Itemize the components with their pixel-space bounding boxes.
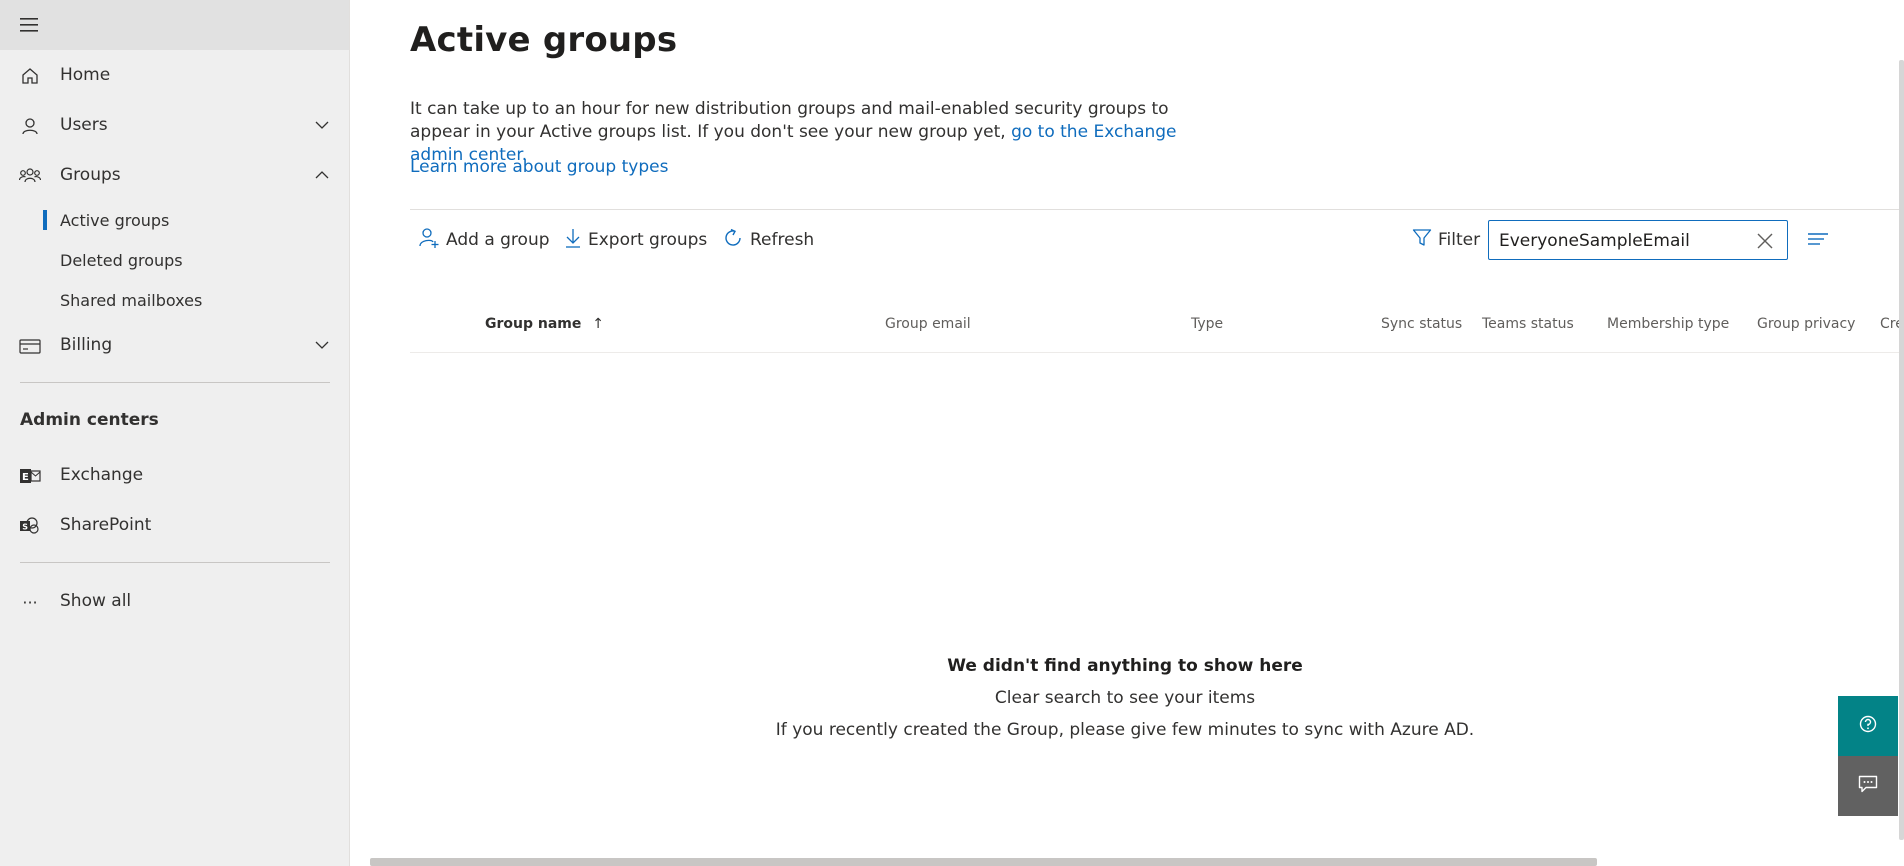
nav-item-exchange[interactable]: E Exchange	[0, 455, 350, 495]
search-box[interactable]	[1488, 220, 1788, 260]
filter-button[interactable]: Filter	[1412, 226, 1480, 254]
add-group-label: Add a group	[446, 230, 550, 250]
column-header-group-name[interactable]: Group name ↑	[485, 316, 604, 332]
toolbar-divider	[410, 209, 1900, 210]
nav-item-show-all[interactable]: ··· Show all	[0, 581, 350, 621]
svg-text:S: S	[22, 523, 28, 532]
nav-item-deleted-groups[interactable]: Deleted groups	[0, 242, 350, 278]
main-content: Active groups It can take up to an hour …	[350, 0, 1904, 866]
nav-label-deleted-groups: Deleted groups	[60, 250, 183, 270]
help-button[interactable]	[1838, 696, 1898, 756]
add-group-button[interactable]: Add a group	[418, 226, 550, 254]
chevron-down-icon[interactable]	[314, 337, 330, 357]
nav-label-billing: Billing	[60, 335, 113, 355]
empty-state-sync-note: If you recently created the Group, pleas…	[775, 720, 1475, 740]
download-icon	[564, 227, 588, 254]
list-view-icon[interactable]	[1806, 228, 1830, 252]
horizontal-scrollbar[interactable]	[370, 858, 1597, 866]
nav-item-billing[interactable]: Billing	[0, 325, 350, 365]
column-header-membership-type[interactable]: Membership type	[1607, 316, 1729, 332]
column-header-type[interactable]: Type	[1191, 316, 1223, 332]
empty-state: We didn't find anything to show here Cle…	[560, 652, 1690, 748]
refresh-label: Refresh	[750, 230, 815, 250]
add-person-icon	[418, 227, 446, 254]
refresh-button[interactable]: Refresh	[722, 226, 814, 254]
filter-icon	[1412, 228, 1438, 253]
nav-header	[0, 0, 349, 50]
export-groups-button[interactable]: Export groups	[564, 226, 707, 254]
column-label: Group name	[485, 316, 582, 332]
admin-centers-heading: Admin centers	[20, 410, 159, 430]
export-groups-label: Export groups	[588, 230, 708, 250]
home-icon	[19, 65, 41, 87]
empty-state-hint: Clear search to see your items	[994, 688, 1256, 708]
nav-label-home: Home	[60, 65, 111, 85]
nav-divider	[20, 382, 330, 383]
column-header-group-email[interactable]: Group email	[885, 316, 971, 332]
left-nav: Home Users Groups Active groups Deleted …	[0, 0, 350, 866]
nav-label-exchange: Exchange	[60, 465, 144, 485]
sort-ascending-icon: ↑	[592, 316, 604, 332]
nav-label-sharepoint: SharePoint	[60, 515, 152, 535]
nav-item-active-groups[interactable]: Active groups	[0, 202, 350, 238]
table-header-divider	[410, 352, 1904, 353]
exchange-icon: E	[19, 465, 41, 487]
nav-label-shared-mailboxes: Shared mailboxes	[60, 290, 203, 310]
nav-label-groups: Groups	[60, 165, 121, 185]
help-icon	[1859, 715, 1877, 737]
vertical-scrollbar[interactable]	[1899, 60, 1904, 840]
feedback-icon	[1858, 775, 1878, 797]
learn-more-link[interactable]: Learn more about group types	[410, 157, 668, 177]
credit-card-icon	[19, 335, 41, 357]
refresh-icon	[722, 227, 750, 254]
nav-item-sharepoint[interactable]: S SharePoint	[0, 505, 350, 545]
nav-item-home[interactable]: Home	[0, 55, 350, 95]
hamburger-icon[interactable]	[20, 18, 40, 32]
nav-label-active-groups: Active groups	[60, 210, 170, 230]
nav-item-users[interactable]: Users	[0, 105, 350, 145]
nav-item-groups[interactable]: Groups	[0, 155, 350, 195]
selected-indicator	[43, 210, 47, 230]
column-header-group-privacy[interactable]: Group privacy	[1757, 316, 1855, 332]
nav-divider	[20, 562, 330, 563]
chevron-down-icon[interactable]	[314, 117, 330, 137]
column-header-sync-status[interactable]: Sync status	[1381, 316, 1462, 332]
people-icon	[19, 165, 41, 187]
nav-label-users: Users	[60, 115, 108, 135]
sharepoint-icon: S	[19, 515, 41, 537]
nav-label-show-all: Show all	[60, 591, 132, 611]
chevron-up-icon[interactable]	[314, 167, 330, 187]
close-icon[interactable]	[1755, 231, 1775, 251]
nav-item-shared-mailboxes[interactable]: Shared mailboxes	[0, 282, 350, 318]
feedback-button[interactable]	[1838, 756, 1898, 816]
empty-state-title: We didn't find anything to show here	[947, 656, 1303, 676]
search-input[interactable]	[1499, 229, 1739, 253]
more-icon: ···	[22, 592, 38, 612]
page-title: Active groups	[410, 20, 678, 60]
person-icon	[19, 115, 41, 137]
column-header-teams-status[interactable]: Teams status	[1482, 316, 1574, 332]
filter-label: Filter	[1438, 230, 1481, 250]
svg-text:E: E	[22, 472, 29, 483]
